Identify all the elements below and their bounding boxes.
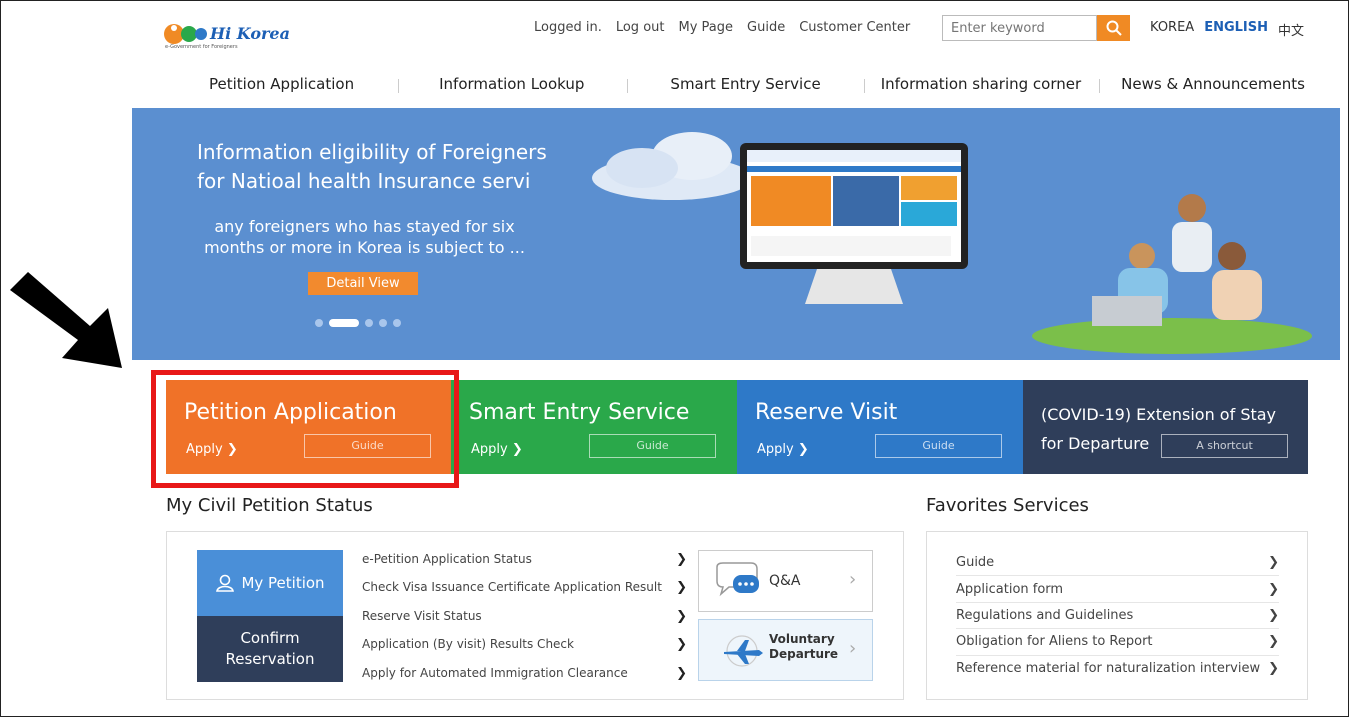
main-banner: Information eligibility of Foreigners fo…: [132, 108, 1340, 360]
chevron-right-icon: ❯: [676, 552, 687, 567]
list-item[interactable]: Application form ❯: [956, 576, 1279, 603]
banner-pagination: [315, 319, 401, 327]
chevron-right-icon: ❯: [1268, 661, 1279, 677]
nav-petition-application[interactable]: Petition Application: [209, 75, 354, 93]
chevron-right-icon: ❯: [676, 608, 687, 624]
list-item[interactable]: Obligation for Aliens to Report ❯: [956, 629, 1279, 656]
chevron-right-icon: ❯: [1268, 634, 1279, 650]
chevron-right-icon: ›: [849, 638, 857, 659]
list-item[interactable]: e-Petition Application Status ❯: [362, 552, 687, 580]
tile-guide-button[interactable]: Guide: [875, 434, 1002, 458]
nav-information-sharing[interactable]: Information sharing corner: [881, 75, 1081, 93]
logged-in-status: Logged in.: [534, 20, 602, 35]
search-icon: [1106, 20, 1122, 36]
chevron-right-icon: ❯: [676, 637, 687, 653]
banner-subtitle: any foreigners who has stayed for six mo…: [204, 217, 525, 257]
tile-reserve-visit[interactable]: Reserve Visit Apply ❯ Guide: [737, 380, 1023, 474]
confirm-reservation-button[interactable]: Confirm Reservation: [197, 616, 343, 682]
tile-apply-link[interactable]: Apply ❯: [757, 442, 809, 457]
search-input[interactable]: [942, 15, 1097, 41]
chevron-right-icon: ❯: [1268, 581, 1279, 597]
tile-apply-link[interactable]: Apply ❯: [471, 442, 523, 457]
chat-bubble-icon: [716, 562, 759, 597]
chevron-right-icon: ❯: [1268, 607, 1279, 623]
tile-guide-button[interactable]: Guide: [589, 434, 716, 458]
nav-information-lookup[interactable]: Information Lookup: [439, 75, 584, 93]
favorites-section-title: Favorites Services: [926, 495, 1089, 516]
tile-title: Smart Entry Service: [469, 400, 690, 425]
language-switcher: KOREA ENGLISH 中文: [1150, 20, 1304, 39]
petition-status-list: e-Petition Application Status ❯ Check Vis…: [362, 552, 687, 694]
status-section-title: My Civil Petition Status: [166, 495, 373, 516]
logout-link[interactable]: Log out: [616, 20, 665, 35]
students-illustration: [1032, 194, 1312, 354]
chevron-right-icon: ❯: [676, 665, 687, 681]
search-box: [942, 15, 1130, 41]
list-item[interactable]: Application (By visit) Results Check ❯: [362, 637, 687, 665]
my-page-link[interactable]: My Page: [679, 20, 734, 35]
nav-smart-entry-service[interactable]: Smart Entry Service: [670, 75, 820, 93]
banner-title: Information eligibility of Foreigners fo…: [197, 140, 547, 193]
lang-korea[interactable]: KOREA: [1150, 20, 1194, 39]
voluntary-departure-label: Voluntary Departure: [769, 632, 839, 661]
nav-news-announcements[interactable]: News & Announcements: [1121, 75, 1305, 93]
banner-dot-active[interactable]: [329, 319, 359, 327]
tile-covid-extension[interactable]: (COVID-19) Extension of Stay for Departu…: [1023, 380, 1308, 474]
voluntary-departure-button[interactable]: Voluntary Departure ›: [698, 619, 873, 681]
banner-dot[interactable]: [393, 319, 401, 327]
user-icon: [216, 574, 235, 592]
qa-button[interactable]: Q&A ›: [698, 550, 873, 612]
qa-label: Q&A: [769, 573, 801, 589]
airplane-icon: [724, 635, 763, 667]
detail-view-button[interactable]: Detail View: [308, 272, 418, 295]
customer-center-link[interactable]: Customer Center: [799, 20, 910, 35]
list-item[interactable]: Apply for Automated Immigration Clearanc…: [362, 666, 687, 694]
main-nav: Petition Application Information Lookup …: [132, 75, 1340, 93]
list-item[interactable]: Check Visa Issuance Certificate Applicat…: [362, 580, 687, 608]
utility-links: Logged in. Log out My Page Guide Custome…: [534, 20, 910, 35]
banner-dot[interactable]: [365, 319, 373, 327]
chevron-right-icon: ›: [849, 569, 857, 590]
banner-dot[interactable]: [315, 319, 323, 327]
list-item[interactable]: Guide ❯: [956, 550, 1279, 577]
chevron-right-icon: ❯: [676, 580, 687, 596]
my-petition-button[interactable]: My Petition: [197, 550, 343, 616]
monitor-illustration: [740, 143, 968, 304]
logo-subtitle: e-Government for Foreigners: [165, 44, 238, 50]
nav-divider: [1099, 79, 1101, 93]
chevron-right-icon: ❯: [1268, 555, 1279, 571]
nav-divider: [398, 79, 400, 93]
hikorea-logo[interactable]: Hi Korea e-Government for Foreigners: [163, 18, 293, 52]
nav-divider: [627, 79, 629, 93]
pointer-arrow-icon: [10, 272, 122, 368]
highlight-box: [151, 370, 459, 488]
tile-title: Reserve Visit: [755, 400, 898, 425]
tile-shortcut-button[interactable]: A shortcut: [1161, 434, 1288, 458]
list-item[interactable]: Reference material for naturalization in…: [956, 656, 1279, 682]
tile-smart-entry-service[interactable]: Smart Entry Service Apply ❯ Guide: [451, 380, 737, 474]
list-item[interactable]: Reserve Visit Status ❯: [362, 609, 687, 637]
logo-text: Hi Korea: [210, 24, 290, 43]
guide-link[interactable]: Guide: [747, 20, 785, 35]
search-button[interactable]: [1097, 15, 1130, 41]
favorites-list: Guide ❯ Application form ❯ Regulations and…: [956, 550, 1279, 682]
lang-chinese[interactable]: 中文: [1278, 20, 1304, 39]
list-item[interactable]: Regulations and Guidelines ❯: [956, 603, 1279, 630]
banner-dot[interactable]: [379, 319, 387, 327]
lang-english[interactable]: ENGLISH: [1204, 20, 1268, 39]
nav-divider: [863, 79, 865, 93]
